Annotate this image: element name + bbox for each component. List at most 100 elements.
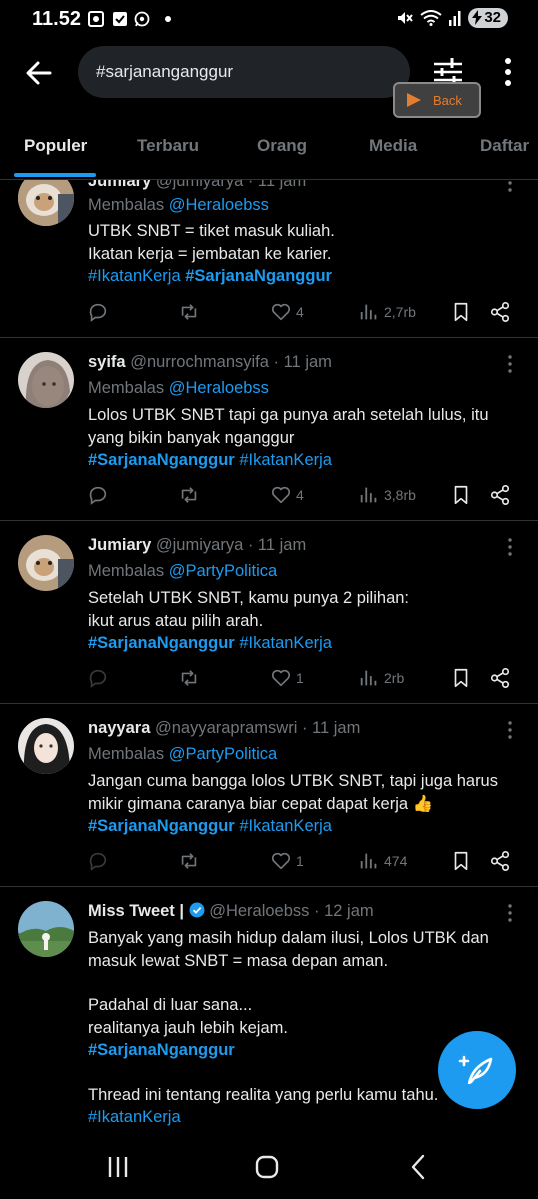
tweet-item[interactable]: syifa @nurrochmansyifa · 11 jam Membalas… bbox=[0, 338, 538, 521]
bookmark-button[interactable] bbox=[450, 850, 472, 872]
tweet-item[interactable]: Jumiary @jumiyarya · 11 jam Membalas @Pa… bbox=[0, 521, 538, 704]
tweet-line: Lolos UTBK SNBT tapi ga punya arah setel… bbox=[88, 406, 489, 424]
share-button[interactable] bbox=[489, 850, 511, 872]
retweet-button[interactable] bbox=[178, 301, 200, 323]
hashtag-link[interactable]: #IkatanKerja bbox=[88, 1108, 181, 1126]
share-button[interactable] bbox=[489, 301, 511, 323]
hashtag-link[interactable]: #IkatanKerja bbox=[88, 267, 181, 285]
reply-mention-link[interactable]: @PartyPolitica bbox=[169, 745, 277, 763]
cat-avatar-image bbox=[18, 180, 74, 226]
avatar[interactable] bbox=[18, 718, 74, 774]
back-arrow-icon[interactable] bbox=[22, 56, 56, 90]
dot-icon bbox=[165, 16, 171, 22]
views-button[interactable]: 3,8rb bbox=[358, 484, 416, 506]
author-handle[interactable]: @nurrochmansyifa bbox=[130, 353, 269, 371]
author-name[interactable]: Jumiary bbox=[88, 536, 151, 554]
girl-avatar-image bbox=[18, 352, 74, 408]
system-navigation-bar bbox=[0, 1132, 538, 1199]
tweet-more-icon[interactable] bbox=[506, 355, 514, 373]
reply-button[interactable] bbox=[87, 667, 109, 689]
views-icon bbox=[358, 301, 380, 323]
tweet-item[interactable]: nayyara @nayyarapramswri · 11 jam Membal… bbox=[0, 704, 538, 887]
author-handle[interactable]: @nayyarapramswri bbox=[155, 719, 297, 737]
tweet-actions: 1 474 bbox=[0, 850, 538, 874]
tweet-more-icon[interactable] bbox=[506, 180, 514, 192]
avatar[interactable] bbox=[18, 901, 74, 957]
bookmark-button[interactable] bbox=[450, 484, 472, 506]
tweet-line: UTBK SNBT = tiket masuk kuliah. bbox=[88, 222, 335, 240]
compose-feather-icon bbox=[458, 1055, 493, 1085]
like-button[interactable]: 4 bbox=[270, 484, 304, 506]
reply-button[interactable] bbox=[87, 301, 109, 323]
tweet-header: nayyara @nayyarapramswri · 11 jam bbox=[88, 719, 360, 738]
tweet-more-icon[interactable] bbox=[506, 904, 514, 922]
hashtag-link[interactable]: #SarjanaNganggur bbox=[88, 634, 235, 652]
avatar[interactable] bbox=[18, 352, 74, 408]
author-handle[interactable]: @jumiyarya bbox=[156, 180, 243, 190]
home-icon[interactable] bbox=[252, 1152, 282, 1182]
more-options-icon[interactable] bbox=[500, 56, 516, 88]
tweet-time: · 12 jam bbox=[314, 902, 374, 920]
author-handle[interactable]: @Heraloebss bbox=[209, 902, 309, 920]
search-input[interactable]: #sarjananganggur bbox=[78, 46, 410, 98]
author-handle[interactable]: @jumiyarya bbox=[156, 536, 243, 554]
like-button[interactable]: 1 bbox=[270, 850, 304, 872]
tab-daftar[interactable]: Daftar bbox=[480, 136, 529, 156]
reply-mention-link[interactable]: @PartyPolitica bbox=[169, 562, 277, 580]
hashtag-link[interactable]: #IkatanKerja bbox=[239, 634, 332, 652]
reply-button[interactable] bbox=[87, 484, 109, 506]
tweet-item[interactable]: Jumiary @jumiyarya · 11 jam Membalas @He… bbox=[0, 180, 538, 338]
tab-media[interactable]: Media bbox=[369, 136, 417, 156]
avatar[interactable] bbox=[18, 180, 74, 226]
bookmark-button[interactable] bbox=[450, 301, 472, 323]
compose-tweet-button[interactable] bbox=[438, 1031, 516, 1109]
author-name[interactable]: syifa bbox=[88, 353, 126, 371]
like-count: 4 bbox=[296, 487, 304, 503]
avatar[interactable] bbox=[18, 535, 74, 591]
views-button[interactable]: 474 bbox=[358, 850, 407, 872]
like-button[interactable]: 1 bbox=[270, 667, 304, 689]
like-count: 4 bbox=[296, 304, 304, 320]
hashtag-link[interactable]: #SarjanaNganggur bbox=[88, 451, 235, 469]
reply-mention-link[interactable]: @Heraloebss bbox=[169, 379, 269, 397]
back-nav-icon[interactable] bbox=[404, 1152, 434, 1182]
tweet-line: Jangan cuma bangga lolos UTBK SNBT, tapi… bbox=[88, 772, 498, 790]
bookmark-button[interactable] bbox=[450, 667, 472, 689]
retweet-button[interactable] bbox=[178, 850, 200, 872]
share-icon bbox=[489, 850, 511, 872]
tab-orang[interactable]: Orang bbox=[257, 136, 307, 156]
tab-populer[interactable]: Populer bbox=[24, 136, 87, 156]
girl-avatar-image bbox=[18, 718, 74, 774]
battery-level: 32 bbox=[484, 9, 501, 26]
author-name[interactable]: Miss Tweet | bbox=[88, 902, 184, 920]
views-button[interactable]: 2rb bbox=[358, 667, 404, 689]
reply-icon bbox=[87, 484, 109, 506]
reply-button[interactable] bbox=[87, 850, 109, 872]
hashtag-link[interactable]: #SarjanaNganggur bbox=[185, 267, 332, 285]
reply-prefix: Membalas bbox=[88, 196, 165, 214]
retweet-button[interactable] bbox=[178, 484, 200, 506]
hashtag-link[interactable]: #SarjanaNganggur bbox=[88, 1041, 235, 1059]
hashtag-link[interactable]: #SarjanaNganggur bbox=[88, 817, 235, 835]
share-button[interactable] bbox=[489, 667, 511, 689]
battery-charging-icon bbox=[472, 10, 483, 25]
tweet-time: · 11 jam bbox=[273, 353, 332, 371]
views-button[interactable]: 2,7rb bbox=[358, 301, 416, 323]
hashtag-link[interactable]: #IkatanKerja bbox=[239, 817, 332, 835]
tab-terbaru[interactable]: Terbaru bbox=[137, 136, 199, 156]
author-name[interactable]: Jumiary bbox=[88, 180, 151, 190]
like-button[interactable]: 4 bbox=[270, 301, 304, 323]
floating-back-button[interactable]: Back bbox=[393, 82, 481, 118]
share-button[interactable] bbox=[489, 484, 511, 506]
author-name[interactable]: nayyara bbox=[88, 719, 150, 737]
tweet-actions: 1 2rb bbox=[0, 667, 538, 691]
tweet-more-icon[interactable] bbox=[506, 721, 514, 739]
tweet-more-icon[interactable] bbox=[506, 538, 514, 556]
retweet-button[interactable] bbox=[178, 667, 200, 689]
reply-mention-link[interactable]: @Heraloebss bbox=[169, 196, 269, 214]
hashtag-link[interactable]: #IkatanKerja bbox=[239, 451, 332, 469]
tweet-line: masuk lewat SNBT = masa depan aman. bbox=[88, 951, 389, 970]
retweet-icon bbox=[178, 667, 200, 689]
recent-apps-icon[interactable] bbox=[103, 1152, 133, 1182]
tweet-text: Setelah UTBK SNBT, kamu punya 2 pilihan:… bbox=[88, 587, 508, 655]
